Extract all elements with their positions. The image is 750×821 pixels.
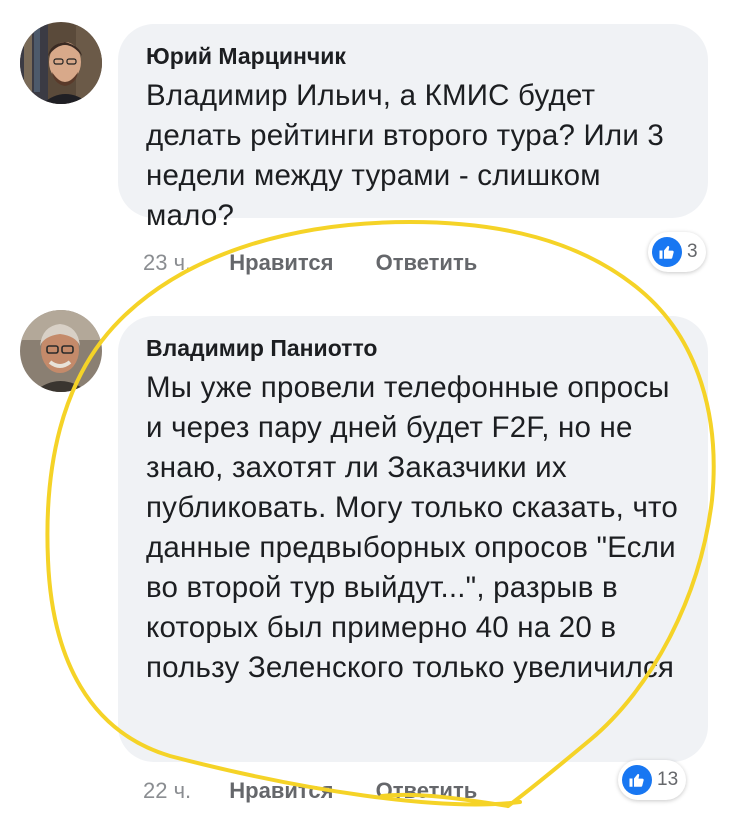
avatar-vladimir[interactable] [20,310,102,392]
comment-actions-1: 23 ч. Нравится Ответить [143,248,513,278]
reactions-badge-1[interactable]: 3 [648,232,706,272]
reply-button-1[interactable]: Ответить [376,250,478,275]
avatar-yuriy[interactable] [20,22,102,104]
like-icon [622,765,652,795]
comment-author-1[interactable]: Юрий Марцинчик [146,42,682,70]
reply-button-2[interactable]: Ответить [376,778,478,803]
comment-text-2: Мы уже провели телефонные опросы и через… [146,371,679,684]
comment-text-1: Владимир Ильич, а КМИС будет делать рейт… [146,79,665,232]
like-button-1[interactable]: Нравится [229,250,333,275]
reaction-count-1: 3 [687,241,698,262]
comment-time-1[interactable]: 23 ч. [143,250,191,275]
reactions-badge-2[interactable]: 13 [618,760,687,800]
reaction-count-2: 13 [657,769,679,790]
comment-bubble-2: Владимир Паниотто Мы уже провели телефон… [118,316,708,762]
avatar-image [20,310,102,392]
avatar-image [20,22,102,104]
like-button-2[interactable]: Нравится [229,778,333,803]
like-icon [652,237,682,267]
comment-time-2[interactable]: 22 ч. [143,778,191,803]
comment-bubble-1: Юрий Марцинчик Владимир Ильич, а КМИС бу… [118,24,708,232]
comment-actions-2: 22 ч. Нравится Ответить [143,776,513,806]
comment-author-2[interactable]: Владимир Паниотто [146,334,682,362]
